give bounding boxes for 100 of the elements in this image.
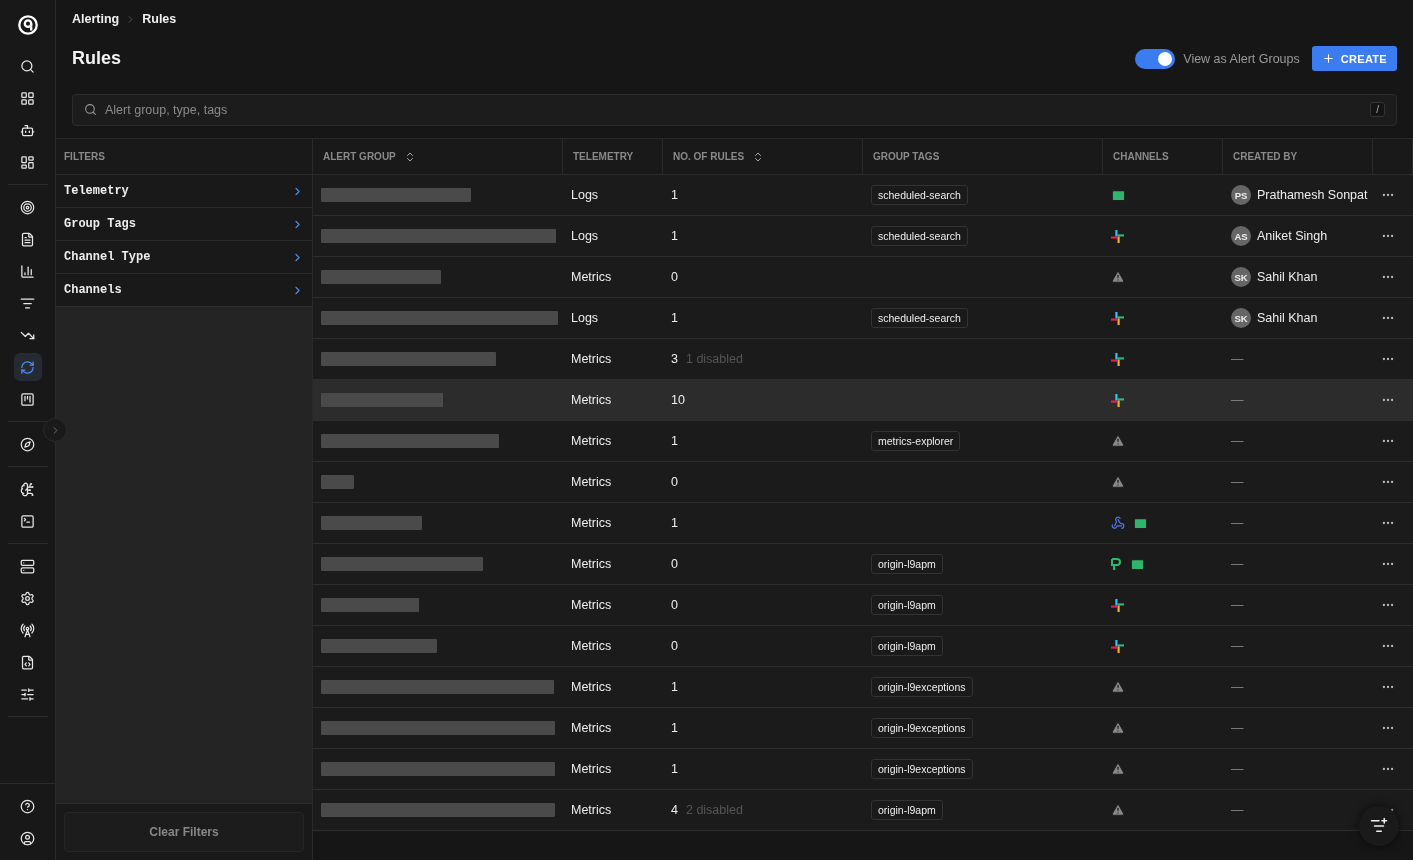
slack-icon — [1111, 311, 1124, 325]
refresh-icon[interactable] — [13, 353, 42, 381]
warning-icon — [1111, 721, 1125, 735]
empty-creator: — — [1231, 393, 1244, 407]
filter-item[interactable]: Channels — [56, 274, 312, 307]
telemetry-cell: Metrics — [571, 393, 612, 407]
shortcut-key: / — [1370, 102, 1385, 117]
table-row[interactable]: Metrics 10 — — [313, 380, 1413, 421]
slack-icon — [1111, 229, 1124, 243]
warning-icon — [1111, 762, 1125, 776]
warning-icon — [1111, 680, 1125, 694]
telemetry-cell: Metrics — [571, 434, 612, 448]
telemetry-cell: Metrics — [571, 680, 612, 694]
empty-creator: — — [1231, 352, 1244, 366]
view-toggle[interactable] — [1135, 48, 1176, 69]
group-tag: origin-l9apm — [871, 595, 943, 615]
group-tag: metrics-explorer — [871, 431, 961, 451]
plus-icon — [1321, 52, 1335, 65]
warning-icon — [1111, 434, 1125, 448]
rule-count: 1 — [671, 188, 678, 202]
rule-count: 0 — [671, 475, 678, 489]
breadcrumb-link[interactable]: Alerting — [72, 12, 120, 26]
filters-heading: FILTERS — [56, 139, 312, 175]
rule-count: 1 — [671, 229, 678, 243]
group-tag: origin-l9apm — [871, 636, 943, 656]
creator-name: Sahil Khan — [1257, 311, 1318, 325]
mail-icon — [1133, 515, 1148, 531]
rule-count: 1 — [671, 721, 678, 735]
pagerduty-icon — [1111, 557, 1122, 571]
telemetry-cell: Metrics — [571, 475, 612, 489]
creator-name: Aniket Singh — [1257, 229, 1328, 243]
table-row[interactable]: Metrics 0 origin-l9apm — — [313, 585, 1413, 626]
create-button[interactable]: CREATE — [1311, 46, 1397, 71]
table-row[interactable]: Metrics 1 origin-l9exceptions — — [313, 749, 1413, 790]
redacted-bar — [321, 475, 354, 489]
group-tag: origin-l9exceptions — [871, 677, 973, 697]
rule-count: 1 — [671, 680, 678, 694]
telemetry-cell: Metrics — [571, 598, 612, 612]
empty-creator: — — [1231, 434, 1244, 448]
user-avatar: SK — [1231, 308, 1251, 328]
telemetry-cell: Logs — [571, 188, 599, 202]
column-header: TELEMETRY — [573, 151, 634, 162]
table-row[interactable]: Metrics 1 origin-l9exceptions — — [313, 708, 1413, 749]
filter-item[interactable]: Telemetry — [56, 175, 312, 208]
page-title: Rules — [72, 48, 123, 69]
telemetry-cell: Metrics — [571, 352, 612, 366]
table-row[interactable]: Metrics 0 SK Sahil Khan — [313, 257, 1413, 298]
telemetry-cell: Metrics — [571, 803, 612, 817]
table-row[interactable]: Metrics 1 origin-l9exceptions — — [313, 667, 1413, 708]
telemetry-cell: Metrics — [571, 516, 612, 530]
user-avatar: AS — [1231, 226, 1251, 246]
warning-icon — [1111, 270, 1125, 284]
slack-icon — [1111, 352, 1124, 366]
telemetry-cell: Metrics — [571, 762, 612, 776]
group-tag: origin-l9exceptions — [871, 718, 973, 738]
mail-icon — [1130, 556, 1145, 572]
table-row[interactable]: Metrics 1 — — [313, 503, 1413, 544]
telemetry-cell: Metrics — [571, 721, 612, 735]
search-icon — [84, 103, 97, 116]
empty-creator: — — [1231, 598, 1244, 612]
telemetry-cell: Metrics — [571, 639, 612, 653]
filter-item[interactable]: Channel Type — [56, 241, 312, 274]
filter-item[interactable]: Group Tags — [56, 208, 312, 241]
empty-creator: — — [1231, 721, 1244, 735]
table-row[interactable]: Metrics 0 origin-l9apm — — [313, 626, 1413, 667]
creator-name: Sahil Khan — [1257, 270, 1318, 284]
breadcrumb-link[interactable]: Rules — [142, 12, 177, 26]
logo-icon — [16, 14, 39, 36]
table-row[interactable]: Logs 1 scheduled-search AS Aniket Singh — [313, 216, 1413, 257]
empty-creator: — — [1231, 639, 1244, 653]
empty-creator: — — [1231, 803, 1244, 817]
table-row[interactable]: Metrics 0 origin-l9apm — — [313, 544, 1413, 585]
rule-count: 0 — [671, 639, 678, 653]
empty-creator: — — [1231, 557, 1244, 571]
user-avatar: SK — [1231, 267, 1251, 287]
telemetry-cell: Metrics — [571, 557, 612, 571]
slack-icon — [1111, 393, 1124, 407]
telemetry-cell: Logs — [571, 229, 599, 243]
creator-name: Prathamesh Sonpat — [1257, 188, 1368, 202]
rule-count: 4 — [671, 803, 678, 817]
column-header: CHANNELS — [1113, 151, 1169, 162]
telemetry-cell: Logs — [571, 311, 599, 325]
empty-creator: — — [1231, 516, 1244, 530]
filter-settings-button[interactable] — [1359, 806, 1399, 846]
group-tag: scheduled-search — [871, 226, 968, 246]
rule-count: 0 — [671, 557, 678, 571]
table-row[interactable]: Metrics 4 2 disabled origin-l9apm — — [313, 790, 1413, 831]
table-row[interactable]: Metrics 3 1 disabled — — [313, 339, 1413, 380]
table-row[interactable]: Logs 1 scheduled-search PS Prathamesh Sonpat — [313, 175, 1413, 216]
clear-filters-button[interactable]: Clear Filters — [64, 812, 304, 852]
table-row[interactable]: Metrics 1 metrics-explorer — — [313, 421, 1413, 462]
disabled-count: 1 disabled — [685, 352, 743, 366]
column-header: GROUP TAGS — [873, 151, 940, 162]
mail-icon — [1111, 187, 1126, 203]
column-header: NO. OF RULES — [673, 151, 745, 162]
table-row[interactable]: Metrics 0 — — [313, 462, 1413, 503]
group-tag: scheduled-search — [871, 185, 968, 205]
table-row[interactable]: Logs 1 scheduled-search SK Sahil Khan — [313, 298, 1413, 339]
slack-icon — [1111, 598, 1124, 612]
rule-count: 1 — [671, 516, 678, 530]
